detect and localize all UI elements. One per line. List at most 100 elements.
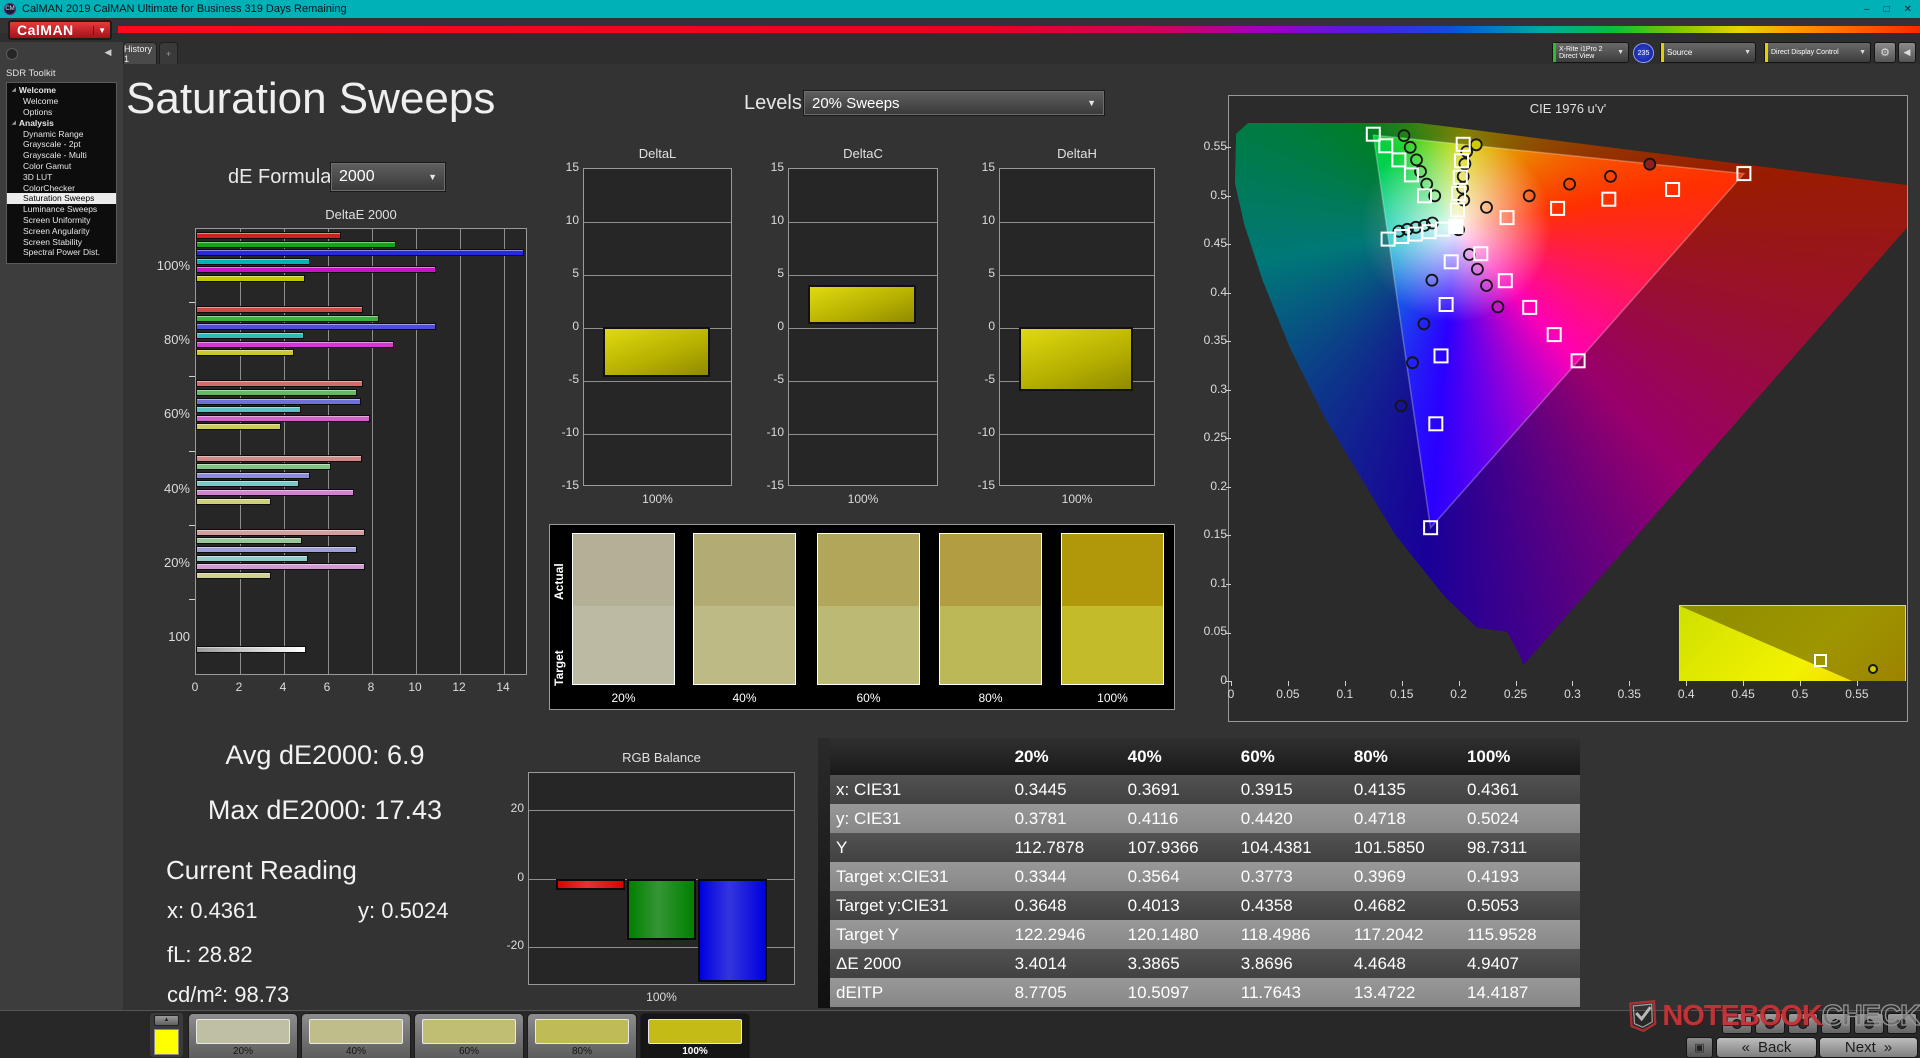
tree-section-analysis[interactable]: ◢ Analysis: [7, 117, 116, 128]
exposure-badge[interactable]: 235: [1633, 43, 1654, 63]
y-tick-label: -10: [561, 425, 579, 439]
next-button[interactable]: Next »: [1819, 1037, 1918, 1058]
measured-point: [1563, 177, 1577, 191]
bar-green-100%: [196, 240, 397, 248]
u-tick: [1800, 681, 1801, 686]
delta-bar: [603, 327, 710, 377]
sidebar-item-grayscale-multi[interactable]: Grayscale - Multi: [7, 150, 116, 161]
sidebar-item-screen-stability[interactable]: Screen Stability: [7, 236, 116, 247]
table-cell: 4.9407: [1466, 953, 1519, 973]
workflow-tree: ◢ Welcome Welcome Options ◢ Analysis Dynamic R…: [6, 82, 117, 264]
sidebar-item-saturation-sweeps[interactable]: Saturation Sweeps: [7, 192, 116, 204]
maximize-icon[interactable]: □: [1884, 4, 1890, 15]
sidebar-item-grayscale-2pt[interactable]: Grayscale - 2pt: [7, 139, 116, 150]
sidebar-item-spectral-power-dist-[interactable]: Spectral Power Dist.: [7, 247, 116, 258]
measured-point: [1470, 262, 1484, 276]
swatch-actual: [694, 534, 795, 606]
y-tick-label: 0: [988, 319, 995, 333]
measurement-table: 20% 40% 60% 80% 100% x: CIE31 0.3445 0.3691 0.39…: [818, 738, 1580, 1008]
target-point: [1433, 348, 1449, 364]
y-tick-label: 15: [981, 160, 995, 174]
pattern-thumbnail-60%[interactable]: 60%: [414, 1013, 524, 1058]
gridline: [460, 229, 461, 674]
gridline: [584, 222, 731, 223]
close-icon[interactable]: ✕: [1904, 4, 1912, 15]
meter-preset-button[interactable]: [1788, 1013, 1818, 1034]
calman-logo-button[interactable]: CalMAN ▼: [8, 20, 112, 40]
u-tick-label: 0.15: [1390, 687, 1414, 701]
table-row: Target y:CIE31 0.3648 0.4013 0.4358 0.4682 0.…: [830, 891, 1580, 920]
gridline: [789, 381, 937, 382]
sidebar-item-color-gamut[interactable]: Color Gamut: [7, 161, 116, 172]
gridline: [789, 434, 937, 435]
formula-dropdown[interactable]: 2000 ▼: [330, 162, 446, 192]
page-title: Saturation Sweeps: [126, 74, 496, 123]
tab-add[interactable]: +: [159, 42, 178, 64]
sidebar-item-3d-lut[interactable]: 3D LUT: [7, 171, 116, 182]
tree-section-welcome[interactable]: ◢ Welcome: [7, 85, 116, 96]
inset-target-point: [1813, 654, 1827, 667]
expand-up-button[interactable]: ▲: [154, 1015, 179, 1026]
chevron-down-icon: ▼: [1617, 49, 1624, 56]
table-cell: 120.1480: [1127, 924, 1199, 944]
y-tick-label: -5: [568, 372, 579, 386]
thumbnail-swatch: [648, 1019, 742, 1044]
stop-button[interactable]: ▣: [1686, 1037, 1713, 1058]
pattern-thumbnail-80%[interactable]: 80%: [527, 1013, 637, 1058]
u-tick-label: 0.45: [1731, 687, 1755, 701]
sidebar-item-screen-angularity[interactable]: Screen Angularity: [7, 225, 116, 236]
sidebar-item-dynamic-range[interactable]: Dynamic Range: [7, 128, 116, 139]
measured-point: [1469, 138, 1483, 152]
meter-preset-button[interactable]: [1755, 1013, 1785, 1034]
pattern-thumbnail-20%[interactable]: 20%: [188, 1013, 298, 1058]
sidebar-item-options[interactable]: Options: [7, 107, 116, 118]
measured-point: [1462, 248, 1476, 261]
formula-value: 2000: [339, 168, 375, 185]
gridline: [584, 381, 731, 382]
pattern-thumbnail-40%[interactable]: 40%: [301, 1013, 411, 1058]
settings-button[interactable]: ⚙: [1874, 42, 1896, 63]
source-dropdown[interactable]: Source ▼: [1660, 42, 1756, 63]
bar-yellow-20%: [196, 571, 271, 579]
v-tick-label: 0: [1220, 673, 1227, 687]
sidebar-collapse-icon[interactable]: ◀: [100, 47, 116, 61]
tab-history-1[interactable]: History 1: [123, 42, 157, 64]
levels-dropdown[interactable]: 20% Sweeps ▼: [803, 90, 1105, 116]
group-tick: [189, 598, 195, 600]
current-pattern-swatch[interactable]: [154, 1029, 179, 1055]
panel-collapse-button[interactable]: ◀: [1898, 42, 1916, 63]
meter-preset-button[interactable]: [1887, 1013, 1917, 1034]
table-header-cell: 40%: [1127, 746, 1162, 766]
y-tick-label: -5: [773, 372, 784, 386]
table-row-label: Target Y: [836, 924, 900, 944]
display-control-dropdown[interactable]: Direct Display Control ▼: [1764, 42, 1871, 63]
sidebar-item-colorchecker[interactable]: ColorChecker: [7, 182, 116, 193]
x-category-label: 100%: [847, 492, 879, 506]
meter-dropdown[interactable]: X-Rite i1Pro 2 Direct View ▼: [1552, 42, 1629, 63]
table-cell: 0.3344: [1014, 866, 1067, 886]
sidebar-item-luminance-sweeps[interactable]: Luminance Sweeps: [7, 204, 116, 215]
v-tick-label: 0.55: [1203, 139, 1227, 154]
back-button[interactable]: « Back: [1716, 1037, 1817, 1058]
v-tick-label: 0.25: [1203, 430, 1227, 445]
display-control-label: Direct Display Control: [1771, 49, 1839, 56]
group-label: 60%: [163, 406, 190, 422]
meter-preset-button[interactable]: [1821, 1013, 1851, 1034]
pattern-thumbnail-100%[interactable]: 100%: [640, 1013, 750, 1058]
table-cell: 0.3915: [1240, 779, 1293, 799]
u-tick: [1515, 681, 1517, 686]
sidebar-item-welcome[interactable]: Welcome: [7, 96, 116, 107]
meter-preset-button[interactable]: [1722, 1013, 1752, 1034]
table-cell: 122.2946: [1014, 924, 1086, 944]
v-tick-label: 0.05: [1203, 624, 1227, 639]
sidebar-item-screen-uniformity[interactable]: Screen Uniformity: [7, 215, 116, 226]
pattern-mini-panel: ▲: [150, 1013, 183, 1057]
meter-preset-button[interactable]: [1854, 1013, 1884, 1034]
target-point: [1378, 138, 1394, 154]
sidebar-dot-button[interactable]: [6, 48, 18, 60]
gridline: [416, 229, 417, 674]
bar-blue-80%: [196, 323, 436, 331]
table-header-cell: 20%: [1014, 746, 1049, 766]
thumbnail-label: 100%: [682, 1046, 708, 1057]
minimize-icon[interactable]: –: [1864, 4, 1870, 15]
